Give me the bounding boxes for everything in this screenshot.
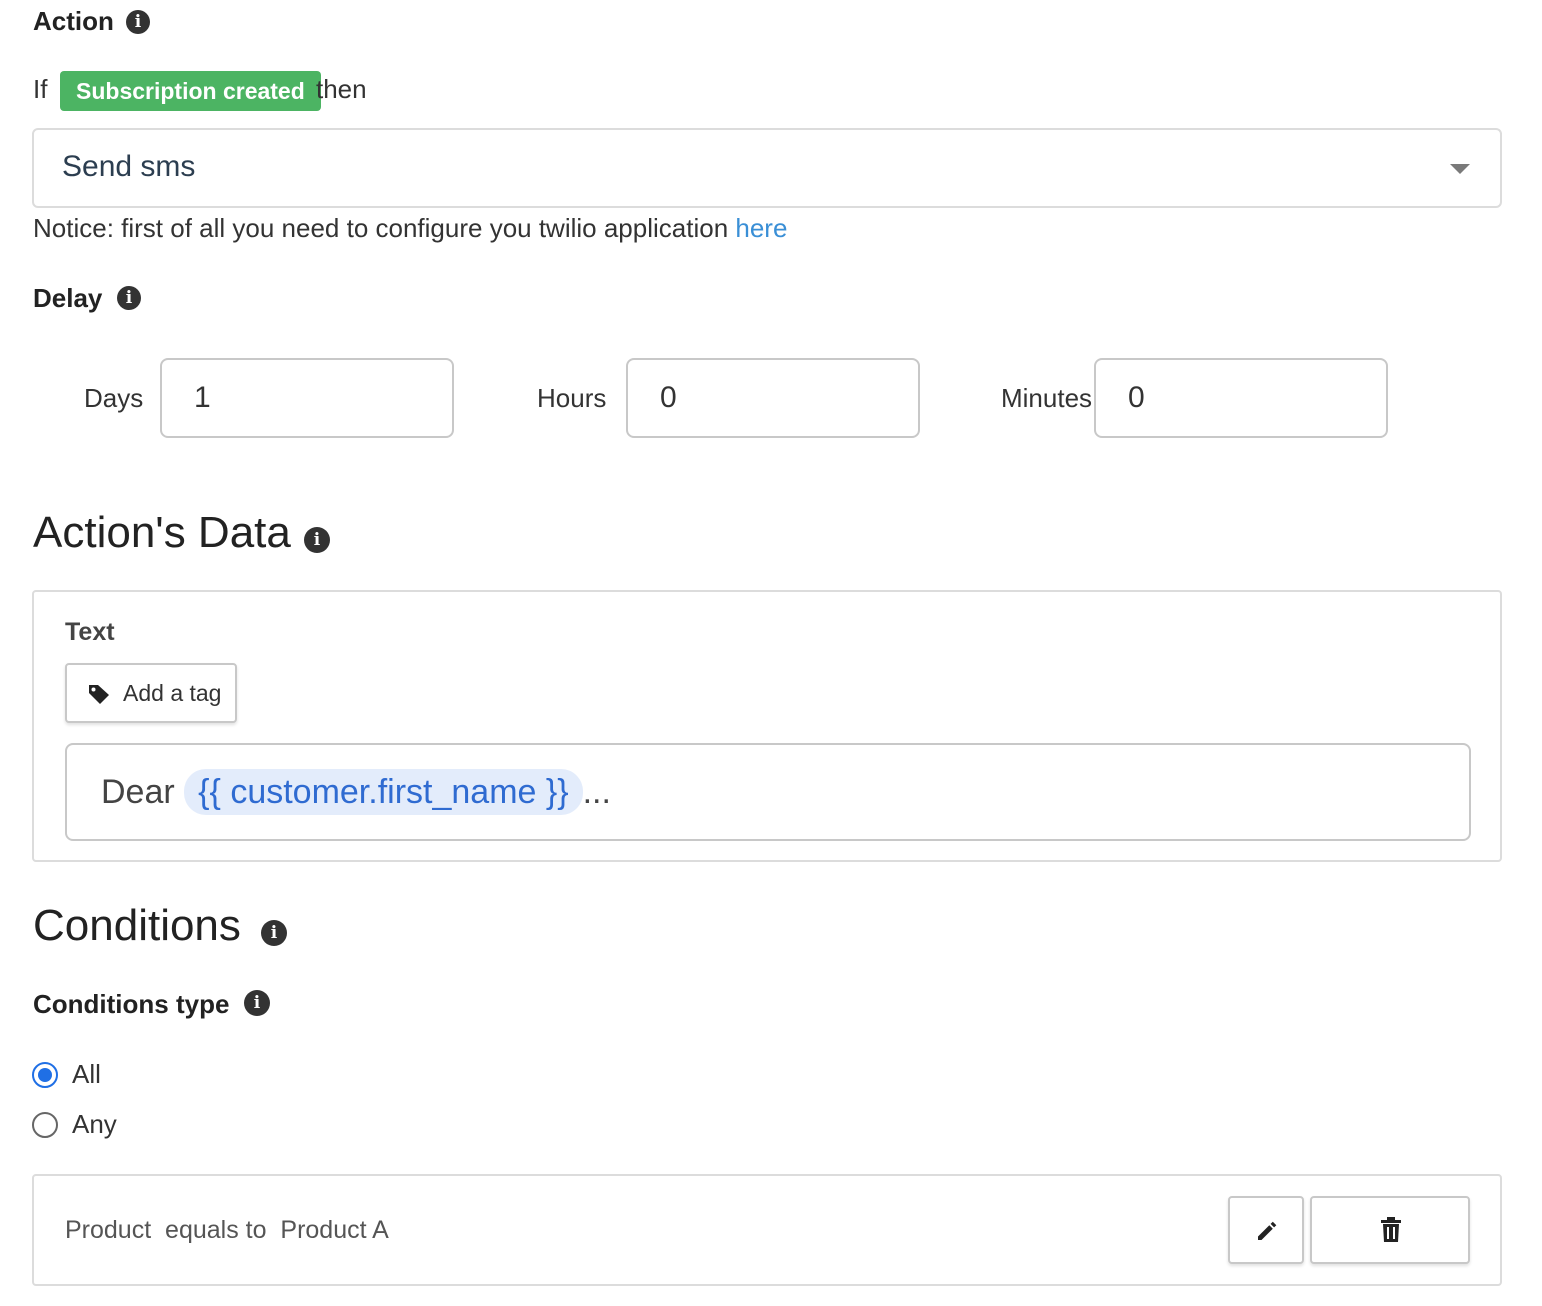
info-icon[interactable]: i [117, 286, 141, 310]
caret-down-icon [1450, 164, 1470, 174]
info-icon[interactable]: i [244, 990, 270, 1016]
actions-data-panel: Text Add a tag Dear {{ customer.first_na… [32, 590, 1502, 862]
message-token[interactable]: {{ customer.first_name }} [184, 769, 583, 815]
hours-label: Hours [537, 383, 607, 413]
message-content: Dear {{ customer.first_name }}... [101, 769, 611, 815]
minutes-input[interactable]: 0 [1094, 358, 1388, 438]
if-text: If [33, 74, 48, 104]
info-icon[interactable]: i [126, 10, 150, 34]
conditions-type-label: Conditions type [33, 989, 230, 1019]
then-text: then [316, 74, 367, 104]
radio-any[interactable] [32, 1112, 58, 1138]
minutes-label: Minutes [1001, 383, 1093, 413]
add-tag-label: Add a tag [123, 680, 222, 706]
condition-row: Product equals to Product A [32, 1174, 1502, 1286]
delay-label: Delay [33, 283, 103, 313]
radio-any-label: Any [72, 1109, 117, 1139]
trigger-badge: Subscription created [60, 71, 321, 111]
tag-icon [89, 685, 109, 704]
radio-all-label: All [72, 1059, 101, 1089]
condition-text: Product equals to Product A [65, 1216, 389, 1244]
notice-link[interactable]: here [735, 213, 787, 243]
message-prefix: Dear [101, 773, 175, 811]
pencil-icon [1258, 1221, 1277, 1240]
message-suffix: ... [582, 773, 611, 811]
notice: Notice: first of all you need to configu… [33, 213, 787, 244]
actions-data-title: Action's Data [33, 508, 291, 557]
days-label: Days [84, 383, 144, 413]
days-input[interactable]: 1 [160, 358, 454, 438]
edit-condition-button[interactable] [1228, 1196, 1304, 1264]
text-label: Text [65, 618, 115, 646]
action-select-value: Send sms [62, 150, 196, 183]
delete-condition-button[interactable] [1310, 1196, 1470, 1264]
hours-input[interactable]: 0 [626, 358, 920, 438]
add-tag-button[interactable]: Add a tag [65, 663, 237, 723]
info-icon[interactable]: i [261, 920, 287, 946]
radio-all[interactable] [32, 1062, 58, 1088]
trash-icon [1381, 1217, 1401, 1242]
notice-text: Notice: first of all you need to configu… [33, 213, 736, 243]
action-select[interactable]: Send sms [32, 128, 1502, 208]
info-icon[interactable]: i [304, 527, 330, 553]
action-label: Action [33, 6, 114, 36]
message-editor[interactable]: Dear {{ customer.first_name }}... [65, 743, 1471, 841]
conditions-title: Conditions [33, 901, 241, 950]
